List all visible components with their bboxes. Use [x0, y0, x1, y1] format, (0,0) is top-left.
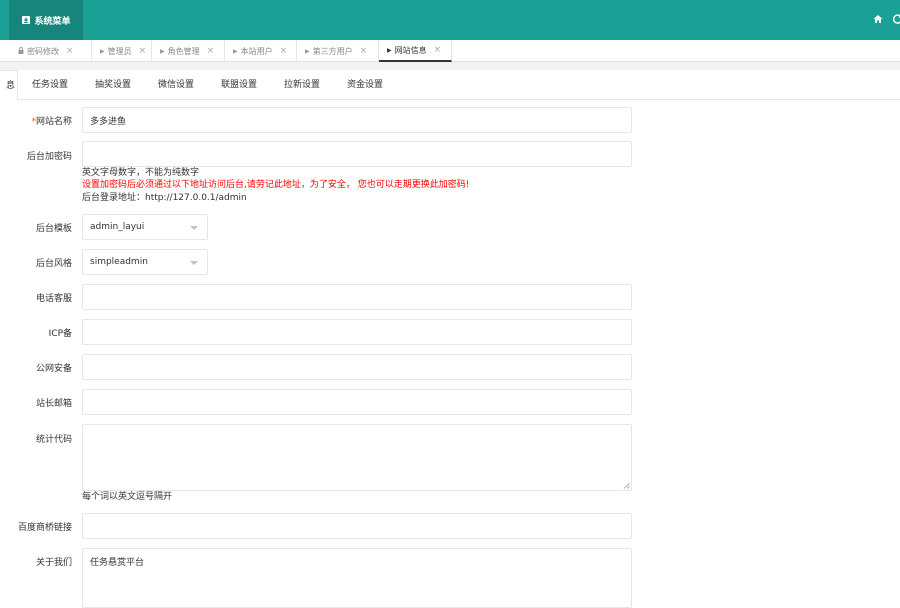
stats-code-textarea[interactable] — [82, 424, 632, 491]
home-icon[interactable] — [873, 14, 883, 24]
about-us-value: 任务悬赏平台 — [90, 558, 145, 568]
police-record-input[interactable] — [82, 354, 632, 380]
subtab-wechat-settings[interactable]: 微信设置 — [158, 70, 194, 100]
caret-right-icon: ▶ — [233, 47, 238, 55]
subtab-site-info[interactable]: 息 — [0, 70, 18, 101]
tab-label: 网站信息 — [394, 45, 427, 55]
lock-icon — [18, 46, 24, 56]
admin-style-value: simpleadmin — [90, 257, 148, 267]
top-header: 系统菜单 — [0, 0, 900, 40]
page-tab-bar: 密码修改 × ▶ 管理员 × ▶ 角色管理 × ▶ 本站用户 × ▶ 第三方用户… — [0, 40, 900, 62]
admin-email-label: 站长邮箱 — [35, 399, 72, 409]
admin-style-label: 后台风格 — [35, 259, 72, 269]
caret-right-icon: ▶ — [387, 46, 392, 54]
refresh-icon[interactable] — [893, 14, 900, 24]
tab-role-management[interactable]: ▶ 角色管理 × — [152, 40, 225, 62]
tab-label: 本站用户 — [240, 46, 273, 56]
settings-subtab-bar: 息 任务设置 抽奖设置 微信设置 联盟设置 拉新设置 资金设置 — [0, 70, 900, 101]
caret-right-icon: ▶ — [305, 47, 310, 55]
phone-service-label: 电话客服 — [35, 294, 72, 304]
admin-template-label: 后台模板 — [35, 224, 72, 234]
caret-right-icon: ▶ — [160, 47, 165, 55]
close-icon[interactable]: × — [66, 46, 74, 56]
chevron-down-icon — [190, 261, 198, 265]
subtab-funds-settings[interactable]: 资金设置 — [347, 70, 383, 100]
subtab-lottery-settings[interactable]: 抽奖设置 — [95, 70, 131, 100]
admin-login-url: 后台登录地址：http://127.0.0.1/admin — [82, 193, 247, 203]
tab-label: 管理员 — [107, 46, 132, 56]
admin-key-label: 后台加密码 — [26, 152, 72, 162]
caret-right-icon: ▶ — [100, 47, 105, 55]
police-record-label: 公网安备 — [35, 364, 72, 374]
tab-admins[interactable]: ▶ 管理员 × — [92, 40, 152, 62]
tab-label: 密码修改 — [27, 46, 59, 56]
subtab-referral-settings[interactable]: 拉新设置 — [284, 70, 320, 100]
menu-icon — [22, 16, 31, 24]
about-us-textarea[interactable]: 任务悬赏平台 — [82, 548, 632, 608]
icp-input[interactable] — [82, 319, 632, 345]
admin-key-input[interactable] — [82, 141, 632, 167]
admin-style-select[interactable]: simpleadmin — [82, 249, 208, 275]
tab-label: 角色管理 — [167, 46, 200, 56]
admin-email-input[interactable] — [82, 389, 632, 415]
subtab-alliance-settings[interactable]: 联盟设置 — [221, 70, 257, 100]
tab-third-party-users[interactable]: ▶ 第三方用户 × — [297, 40, 379, 62]
close-icon[interactable]: × — [207, 46, 215, 56]
close-icon[interactable]: × — [360, 46, 368, 56]
subtab-task-settings[interactable]: 任务设置 — [32, 70, 68, 100]
close-icon[interactable]: × — [139, 46, 147, 56]
tab-site-info[interactable]: ▶ 网站信息 × — [379, 40, 452, 62]
tab-label: 第三方用户 — [312, 46, 353, 56]
stats-code-label: 统计代码 — [35, 435, 72, 445]
chevron-down-icon — [190, 226, 198, 230]
stats-code-help: 每个词以英文逗号隔开 — [82, 492, 173, 502]
about-us-label: 关于我们 — [35, 558, 72, 568]
close-icon[interactable]: × — [280, 46, 288, 56]
site-name-label: *网站名称 — [0, 114, 72, 127]
admin-template-value: admin_layui — [90, 222, 145, 232]
admin-template-select[interactable]: admin_layui — [82, 214, 208, 240]
site-name-label-text: 网站名称 — [35, 117, 72, 127]
system-menu-button[interactable]: 系统菜单 — [9, 0, 83, 40]
site-name-input[interactable]: 多多进鱼 — [82, 107, 632, 133]
admin-key-warning: 设置加密码后必须通过以下地址访问后台,请劳记此地址，为了安全， 您也可以走期更换… — [82, 180, 470, 190]
phone-service-input[interactable] — [82, 284, 632, 310]
baidu-link-label: 百度商桥链接 — [17, 523, 72, 533]
tab-site-users[interactable]: ▶ 本站用户 × — [225, 40, 297, 62]
system-menu-label: 系统菜单 — [34, 16, 71, 27]
resize-handle-icon[interactable] — [623, 482, 630, 489]
close-icon[interactable]: × — [434, 45, 442, 55]
icp-label: ICP备 — [48, 329, 72, 339]
tab-password-change[interactable]: 密码修改 × — [10, 40, 92, 62]
content-separator — [0, 62, 900, 70]
baidu-link-input[interactable] — [82, 513, 632, 539]
